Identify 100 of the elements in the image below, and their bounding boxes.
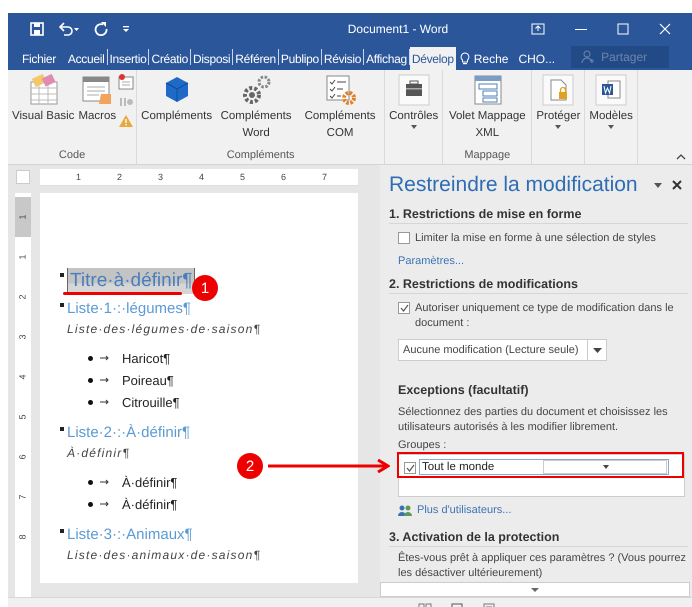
ruler-number: 6 [17,454,29,460]
group-label: Compléments [226,148,296,163]
redo-icon[interactable] [94,22,108,36]
gears-icon [240,74,272,106]
user-name[interactable]: CHO... [518,47,556,70]
checklist-gear-button[interactable]: Compléments COM [298,72,382,148]
ribbon-tab[interactable]: Publipo [278,47,321,70]
subtitle-text: À·définir¶ [67,446,130,460]
bullet-item: Citrouille¶ [122,394,180,410]
caret-icon [602,465,609,469]
ruler-number: 3 [17,334,29,340]
checkbox[interactable] [404,462,416,474]
subtitle-text: Liste·des·légumes·de·saison¶ [67,322,262,336]
group-label: Mappage [463,148,512,163]
caret-icon [531,588,539,592]
cube-button[interactable]: Compléments [139,72,214,148]
toolbox-icon [398,74,430,106]
bullet-item: Haricot¶ [122,350,170,366]
ribbon-display-icon[interactable] [531,22,545,34]
document-lock-icon [542,74,574,106]
ruler-number: 3 [156,172,163,182]
ribbon-tab[interactable]: Affichag [364,47,409,70]
window-title: Document1 - Word [346,22,450,36]
checkbox-label: Limiter la mise en forme à une sélection de styles [415,231,656,246]
bullet-icon [88,378,93,382]
ruler-number: 5 [17,414,29,420]
section-heading: 1. Restrictions de mise en forme [389,207,688,224]
checkmark-icon [400,304,408,312]
bullet-icon [88,356,93,360]
ruler-number: 7 [320,172,327,182]
word-document-icon [595,74,628,106]
bullet-item: À·définir¶ [122,496,178,512]
checkbox[interactable] [398,232,410,244]
section-heading: 3. Activation de la protection [389,530,688,547]
undo-icon[interactable] [58,22,80,36]
word-document-button[interactable]: Modèles [587,72,635,148]
ruler-number: 1 [17,254,29,260]
visual-basic-button[interactable]: Visual Basic [10,72,76,148]
macros-icon [81,74,114,106]
tab-mark-icon [100,377,110,383]
ruler-number: 1 [74,172,81,182]
xml-pane-button[interactable]: Volet Mappage XML [445,72,530,148]
groups-list[interactable]: Tout le monde [398,454,685,497]
checkbox[interactable] [398,302,410,314]
close-icon[interactable] [672,180,682,190]
pane-options-icon[interactable] [654,182,662,188]
subtitle-text: Liste·des·animaux·de·saison¶ [67,548,262,562]
settings-link[interactable]: Paramètres... [398,255,464,267]
tab-mark-icon [100,501,110,507]
toolbox-button[interactable]: Contrôles [387,72,440,148]
ruler-number: 4 [17,374,29,380]
tell-me-field[interactable]: Reche [474,52,508,66]
ribbon-tab[interactable]: Révisio [322,47,364,70]
record-macro-icon[interactable] [118,74,134,90]
checklist-gear-icon [324,74,356,106]
groups-label: Groupes : [397,439,448,451]
ribbon-tab[interactable]: Créatio [149,47,190,70]
section-heading: 2. Restrictions de modifications [389,277,688,294]
macros-button[interactable]: Macros [76,72,118,148]
description-text: Êtes-vous prêt à appliquer ces paramètres ? (Vous pourrez les désactiver ultérieurement) [397,551,686,581]
collapse-ribbon-icon[interactable] [676,154,686,160]
paragraph-mark-icon [60,303,64,307]
caret-icon [592,348,602,352]
customize-icon[interactable] [122,24,130,32]
list-heading: Liste·1·:·légumes¶ [67,300,191,316]
bullet-icon [88,480,93,484]
group-field[interactable]: Tout le monde [419,459,669,475]
ruler-number: 2 [116,172,122,182]
ribbon-tab[interactable]: Fichier [16,47,66,70]
ribbon-tab[interactable]: Disposi [191,47,232,70]
edit-type-dropdown[interactable]: Aucune modification (Lecture seule) [398,339,607,361]
section-heading: Exceptions (facultatif) [398,383,530,399]
ribbon-tab[interactable]: Référen [233,47,278,70]
list-heading: Liste·3·:·Animaux¶ [67,526,193,542]
ruler-number: 5 [238,172,245,182]
pane-title: Restreindre la modification [389,173,639,197]
document-lock-button[interactable]: Protéger [534,72,582,148]
person-icon [581,50,596,64]
arrow-icon [268,459,390,473]
ribbon-tab[interactable]: Accueil [66,47,106,70]
list-heading: Liste·2·:·À·définir¶ [67,424,190,440]
paragraph-mark-icon [60,529,64,533]
ruler-number: 2 [17,294,29,300]
lightbulb-icon [460,52,470,66]
more-users-link[interactable]: Plus d'utilisateurs... [417,504,512,516]
description-text: Sélectionnez des parties du document et choisissez les utilisateurs autorisés à les modifier librement. [397,405,669,435]
gears-button[interactable]: Compléments Word [214,72,298,148]
maximize-icon[interactable] [617,22,629,34]
ruler-number: 8 [17,534,29,540]
save-icon[interactable] [30,22,44,36]
tab-mark-icon [100,479,110,485]
bullet-icon [88,400,93,404]
paragraph-mark-icon [60,273,64,277]
bullet-item: Poireau¶ [122,372,174,388]
group-label: Code [58,148,86,163]
tab-mark-icon [100,355,110,361]
ribbon-tab[interactable]: Insertio [108,47,148,70]
tab-mark-icon [100,399,110,405]
ruler-number: 4 [198,172,204,182]
ribbon-tab[interactable]: Dévelop [410,47,456,70]
